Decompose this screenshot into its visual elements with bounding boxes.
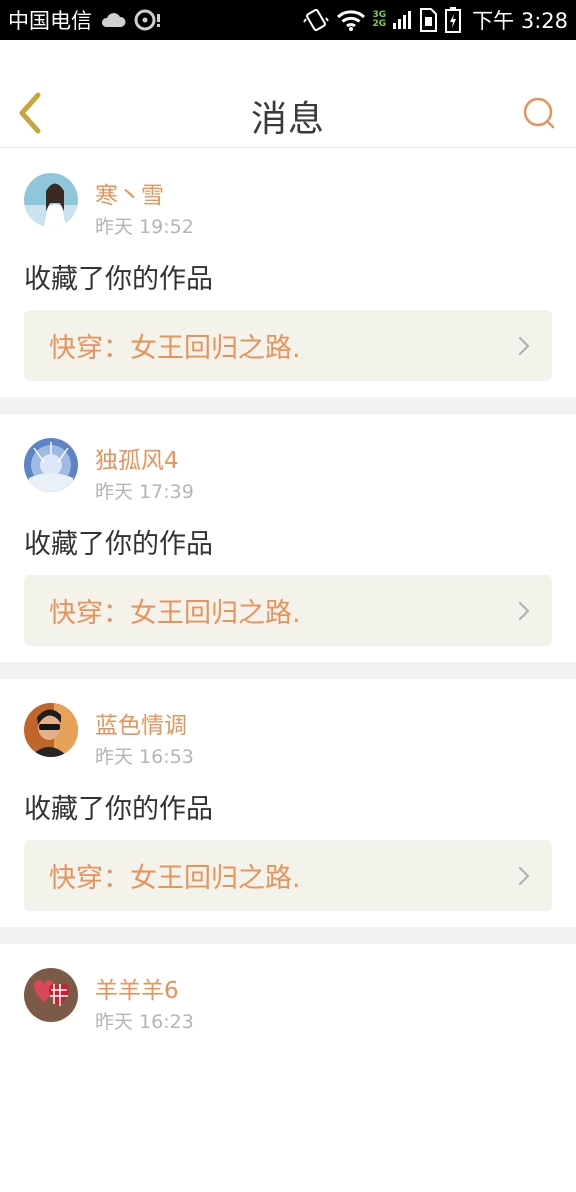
card-divider [0, 662, 576, 679]
search-button[interactable] [522, 96, 556, 130]
action-text: 收藏了你的作品 [24, 264, 213, 295]
carrier-label: 中国电信 [8, 9, 92, 33]
disc-sync-icon [134, 9, 162, 31]
network-2g-label: 2G [372, 19, 387, 29]
chevron-right-icon [518, 336, 530, 356]
timestamp: 昨天 17:39 [95, 481, 194, 503]
card-divider [0, 927, 576, 944]
timestamp: 昨天 16:53 [95, 746, 194, 768]
signal-bars-icon [393, 9, 412, 31]
sim-icon [418, 8, 438, 32]
work-link[interactable]: 快穿：女王回归之路. [24, 310, 552, 381]
chevron-right-icon [518, 866, 530, 886]
status-left: 中国电信 [8, 5, 162, 35]
search-icon [523, 97, 555, 129]
message-card: 独孤风4 昨天 17:39 收藏了你的作品 快穿：女王回归之路. [0, 414, 576, 662]
work-title: 快穿：女王回归之路. [49, 863, 301, 894]
cloud-icon [100, 12, 126, 28]
timestamp: 昨天 19:52 [95, 216, 194, 238]
work-title: 快穿：女王回归之路. [49, 598, 301, 629]
avatar[interactable] [24, 968, 78, 1022]
status-bar: 中国电信 3G 2G 下午 3:28 [0, 0, 576, 40]
work-title: 快穿：女王回归之路. [49, 333, 301, 364]
app-header: 消息 [0, 40, 576, 148]
message-feed: 寒丶雪 昨天 19:52 收藏了你的作品 快穿：女王回归之路. 独孤风4 昨天 … [0, 149, 576, 1192]
battery-charging-icon [445, 7, 462, 33]
action-text: 收藏了你的作品 [24, 794, 213, 825]
wifi-icon [336, 9, 366, 31]
status-time: 下午 3:28 [472, 9, 568, 33]
message-card: 羊羊羊6 昨天 16:23 [0, 944, 576, 1192]
avatar[interactable] [24, 438, 78, 492]
username[interactable]: 羊羊羊6 [95, 971, 179, 1005]
status-right: 3G 2G 下午 3:28 [302, 5, 568, 35]
username[interactable]: 寒丶雪 [95, 176, 164, 210]
chevron-right-icon [518, 601, 530, 621]
page-title: 消息 [250, 99, 325, 140]
work-link[interactable]: 快穿：女王回归之路. [24, 840, 552, 911]
action-text: 收藏了你的作品 [24, 529, 213, 560]
avatar[interactable] [24, 173, 78, 227]
work-link[interactable]: 快穿：女王回归之路. [24, 575, 552, 646]
network-type-indicator: 3G 2G [373, 11, 387, 29]
vibrate-icon [302, 7, 329, 33]
message-card: 寒丶雪 昨天 19:52 收藏了你的作品 快穿：女王回归之路. [0, 149, 576, 397]
card-divider [0, 397, 576, 414]
message-card: 蓝色情调 昨天 16:53 收藏了你的作品 快穿：女王回归之路. [0, 679, 576, 927]
avatar[interactable] [24, 703, 78, 757]
username[interactable]: 独孤风4 [95, 441, 179, 475]
username[interactable]: 蓝色情调 [95, 706, 187, 740]
timestamp: 昨天 16:23 [95, 1011, 194, 1033]
